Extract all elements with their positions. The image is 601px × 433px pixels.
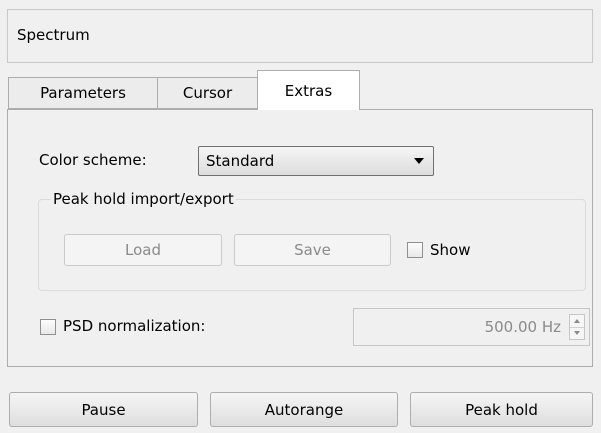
color-scheme-select[interactable]: Standard — [198, 146, 434, 176]
spin-down-icon[interactable] — [574, 331, 580, 335]
panel-title: Spectrum — [17, 26, 90, 44]
pause-button-label: Pause — [81, 400, 126, 419]
extras-tab-content: Color scheme: Standard Peak hold import/… — [11, 112, 590, 363]
chevron-down-icon — [414, 158, 424, 164]
tab-extras[interactable]: Extras — [257, 70, 360, 110]
psd-normalization-checkbox[interactable] — [40, 319, 56, 335]
show-label: Show — [430, 241, 471, 259]
psd-normalization-label: PSD normalization: — [63, 317, 206, 335]
save-button-label: Save — [294, 241, 331, 259]
save-button[interactable]: Save — [234, 234, 391, 266]
color-scheme-label: Color scheme: — [39, 151, 147, 169]
spin-arrows[interactable] — [569, 314, 585, 340]
color-scheme-value: Standard — [206, 152, 275, 170]
load-button-label: Load — [125, 241, 161, 259]
spin-divider — [570, 327, 584, 328]
psd-frequency-value: 500.00 Hz — [484, 318, 561, 336]
psd-frequency-spinbox[interactable]: 500.00 Hz — [353, 308, 590, 346]
tab-parameters-label: Parameters — [40, 84, 126, 102]
peak-hold-button-label: Peak hold — [465, 400, 538, 419]
autorange-button[interactable]: Autorange — [210, 392, 398, 427]
tab-cursor[interactable]: Cursor — [157, 77, 258, 109]
load-button[interactable]: Load — [64, 234, 222, 266]
peak-hold-group-title: Peak hold import/export — [51, 190, 236, 208]
spin-up-icon[interactable] — [574, 319, 580, 323]
pause-button[interactable]: Pause — [9, 392, 198, 427]
tab-parameters[interactable]: Parameters — [8, 77, 158, 109]
tab-extras-label: Extras — [284, 81, 333, 100]
extras-tab-panel: Color scheme: Standard Peak hold import/… — [7, 109, 593, 367]
peak-hold-button[interactable]: Peak hold — [410, 392, 593, 427]
panel-title-box: Spectrum — [7, 9, 593, 63]
tab-cursor-label: Cursor — [182, 84, 233, 102]
show-checkbox[interactable] — [407, 242, 423, 258]
autorange-button-label: Autorange — [264, 400, 344, 419]
